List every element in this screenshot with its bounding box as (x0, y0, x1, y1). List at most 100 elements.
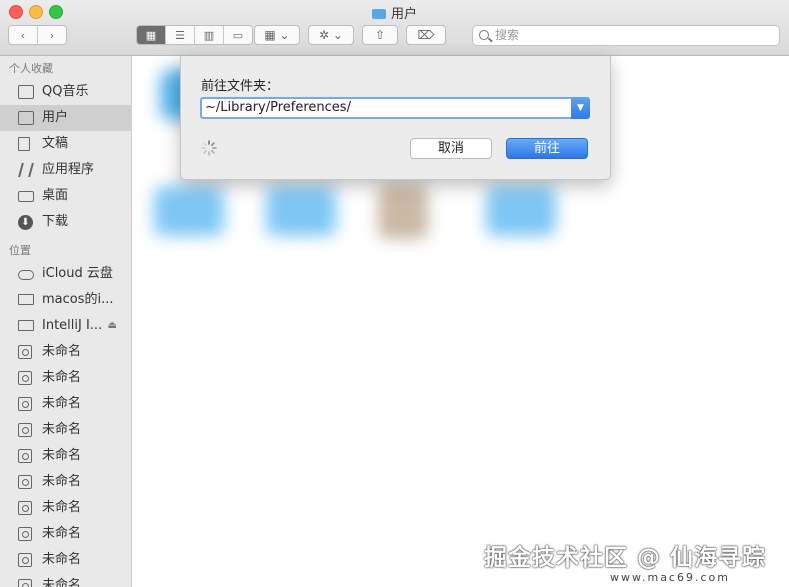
eject-icon[interactable]: ⏏ (108, 313, 117, 339)
tag-icon: ⌦ (417, 28, 435, 42)
folder-path-input[interactable]: ~/Library/Preferences/ ▼ (200, 97, 590, 119)
path-history-dropdown[interactable]: ▼ (571, 97, 590, 119)
chevron-down-icon: ⌄ (332, 28, 343, 42)
sidebar-item-label: 未命名 (42, 500, 82, 515)
gear-icon: ✲ (319, 28, 330, 42)
sidebar-item-label: 未命名 (42, 370, 82, 385)
folder-icon (18, 85, 34, 99)
sidebar-item-label: QQ音乐 (42, 84, 89, 99)
sidebar-item-untitled[interactable]: 未命名 (0, 495, 131, 521)
sidebar-item-label: 未命名 (42, 422, 82, 437)
chevron-right-icon: › (49, 28, 55, 42)
sidebar-item-label: 未命名 (42, 474, 82, 489)
sidebar-item-label: 下载 (42, 214, 69, 229)
favorites-header: 个人收藏 (9, 62, 53, 75)
locations-header: 位置 (9, 244, 31, 257)
sidebar-item-label: 应用程序 (42, 162, 95, 177)
sidebar-item-label: macos的i... (42, 292, 114, 307)
disk-icon (18, 449, 32, 463)
disk-icon (18, 320, 34, 331)
search-placeholder: 搜索 (495, 28, 520, 42)
disk-icon (18, 501, 32, 515)
document-icon (18, 137, 30, 151)
group-by-button[interactable]: ▦ ⌄ (254, 25, 300, 45)
sidebar-item-label: 未命名 (42, 396, 82, 411)
sidebar-item-untitled[interactable]: 未命名 (0, 573, 131, 587)
watermark-url: www.mac69.com (610, 571, 730, 584)
share-button[interactable]: ⇧ (362, 25, 398, 45)
disk-icon (18, 371, 32, 385)
sidebar-item-untitled[interactable]: 未命名 (0, 521, 131, 547)
disk-icon (18, 553, 32, 567)
disk-icon (18, 527, 32, 541)
folder-icon[interactable] (266, 186, 336, 236)
sidebar-item-documents[interactable]: 文稿 (0, 131, 131, 157)
disk-icon (18, 423, 32, 437)
search-icon (479, 30, 489, 40)
sidebar-item-intellij[interactable]: IntelliJ I... ⏏ (0, 313, 131, 339)
list-icon: ☰ (175, 28, 185, 42)
cancel-button[interactable]: 取消 (410, 138, 492, 159)
computer-icon (18, 294, 34, 305)
sidebar-item-icloud[interactable]: iCloud 云盘 (0, 261, 131, 287)
loading-spinner-icon (201, 140, 217, 156)
action-button[interactable]: ✲ ⌄ (308, 25, 354, 45)
title-bar: 用户 ‹ › ▦ ☰ ▥ ▭ ▦ ⌄ ✲ ⌄ ⇧ ⌦ 搜索 (0, 0, 789, 56)
applications-icon (18, 163, 34, 177)
disk-icon (18, 579, 32, 587)
icon-view-button[interactable]: ▦ (137, 26, 166, 44)
sidebar-item-applications[interactable]: 应用程序 (0, 157, 131, 183)
sidebar-item-untitled[interactable]: 未命名 (0, 547, 131, 573)
search-field[interactable]: 搜索 (472, 25, 780, 46)
sidebar-item-untitled[interactable]: 未命名 (0, 469, 131, 495)
go-to-folder-dialog: 前往文件夹： ~/Library/Preferences/ ▼ 取消 前往 (180, 56, 611, 180)
chevron-left-icon: ‹ (20, 28, 26, 42)
columns-icon: ▥ (203, 28, 215, 42)
dialog-label: 前往文件夹： (201, 79, 280, 94)
sidebar-item-qqmusic[interactable]: QQ音乐 (0, 79, 131, 105)
sidebar-item-untitled[interactable]: 未命名 (0, 417, 131, 443)
chevron-down-icon: ▼ (577, 103, 584, 113)
sidebar-item-downloads[interactable]: ⬇ 下载 (0, 209, 131, 235)
folder-icon (18, 111, 34, 125)
sidebar: 个人收藏 QQ音乐 用户 文稿 应用程序 桌面 ⬇ 下载 位置 iCloud 云… (0, 56, 132, 587)
back-forward-control: ‹ › (8, 25, 67, 45)
watermark: 掘金技术社区 @ 仙海寻踪 (484, 545, 767, 571)
sidebar-item-users[interactable]: 用户 (0, 105, 131, 131)
window-title: 用户 (0, 3, 789, 22)
disk-icon (18, 345, 32, 359)
folder-icon[interactable] (154, 186, 224, 236)
sidebar-item-untitled[interactable]: 未命名 (0, 443, 131, 469)
sidebar-item-label: 用户 (42, 110, 69, 125)
folder-icon[interactable] (486, 186, 556, 236)
disk-icon (18, 397, 32, 411)
sidebar-item-label: 未命名 (42, 552, 82, 567)
back-button[interactable]: ‹ (9, 26, 38, 44)
sidebar-item-desktop[interactable]: 桌面 (0, 183, 131, 209)
column-view-button[interactable]: ▥ (195, 26, 224, 44)
chevron-down-icon: ⌄ (279, 28, 290, 42)
forward-button[interactable]: › (38, 26, 66, 44)
tags-button[interactable]: ⌦ (406, 25, 446, 45)
grid-icon: ▦ (145, 28, 157, 42)
gallery-view-button[interactable]: ▭ (224, 26, 252, 44)
sidebar-item-label: 桌面 (42, 188, 69, 203)
sidebar-item-untitled[interactable]: 未命名 (0, 339, 131, 365)
list-view-button[interactable]: ☰ (166, 26, 195, 44)
group-grid-icon: ▦ (264, 28, 276, 42)
gallery-icon: ▭ (232, 28, 244, 42)
user-icon[interactable] (378, 184, 428, 239)
sidebar-item-label: 未命名 (42, 578, 82, 587)
sidebar-item-label: 文稿 (42, 136, 69, 151)
folder-icon (371, 9, 386, 19)
sidebar-item-untitled[interactable]: 未命名 (0, 365, 131, 391)
download-icon: ⬇ (18, 215, 33, 230)
go-button[interactable]: 前往 (506, 138, 588, 159)
cloud-icon (18, 270, 34, 280)
sidebar-item-label: 未命名 (42, 344, 82, 359)
share-icon: ⇧ (374, 28, 386, 42)
sidebar-item-untitled[interactable]: 未命名 (0, 391, 131, 417)
view-mode-control: ▦ ☰ ▥ ▭ (136, 25, 253, 45)
sidebar-item-computer[interactable]: macos的i... (0, 287, 131, 313)
sidebar-item-label: 未命名 (42, 526, 82, 541)
